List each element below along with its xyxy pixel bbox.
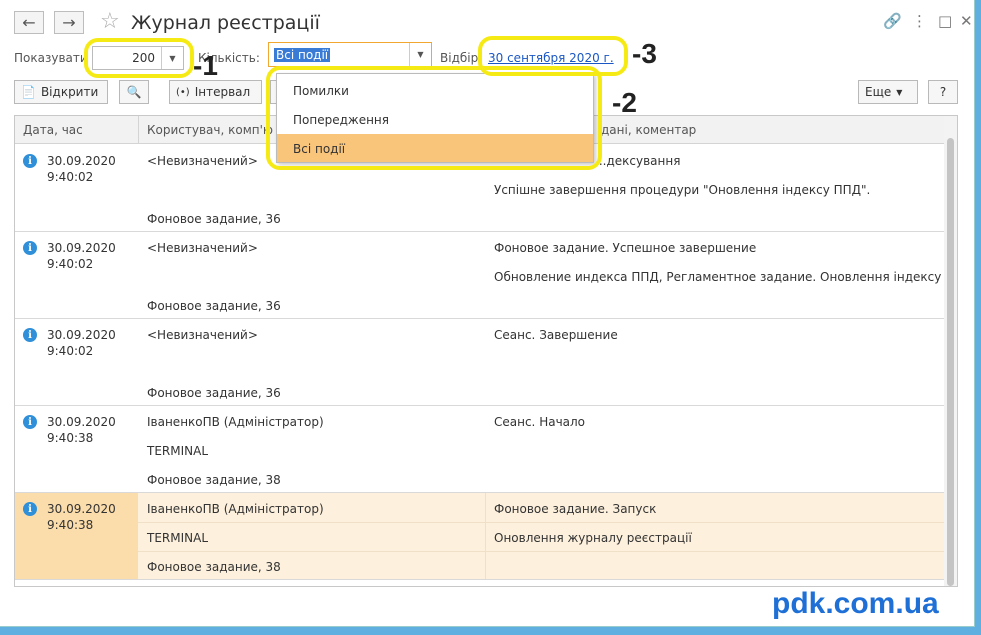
info-icon: i [23,154,37,168]
annotation-1: -1 [193,50,218,81]
row-comment: Успішне завершення процедури "Оновлення … [494,183,871,197]
row-app: Фоновое задание, 36 [147,299,281,313]
row-event: Фоновое задание. Успешное завершение [494,241,757,255]
row-event: ...дексування [595,154,681,168]
interval-button-label: Інтервал [194,85,251,99]
open-button-label: Відкрити [40,85,99,99]
table-scrollbar[interactable] [944,116,957,586]
row-date: 30.09.2020 [47,415,116,429]
table-row-selected[interactable]: i 30.09.2020 9:40:38 ІваненкоПВ (Адмініс… [15,493,945,580]
row-user: ІваненкоПВ (Адміністратор) [147,415,324,429]
highlight-dropdown [266,66,602,170]
chevron-down-icon[interactable]: ▼ [409,43,431,66]
row-time: 9:40:02 [47,257,94,271]
row-user: <Невизначений> [147,241,258,255]
maximize-icon[interactable]: □ [938,12,952,30]
column-header-date[interactable]: Дата, час [23,123,83,137]
favorite-star-icon[interactable]: ☆ [100,9,120,34]
row-user: ІваненкоПВ (Адміністратор) [147,502,324,516]
row-app: Фоновое задание, 38 [147,560,281,574]
more-menu-icon[interactable]: ⋮ [912,12,927,30]
find-button[interactable]: 🔍 [119,80,149,104]
search-icon: 🔍 [126,85,142,99]
info-icon: i [23,328,37,342]
scrollbar-thumb[interactable] [947,138,954,586]
watermark: pdk.com.ua [772,587,939,620]
window-title: Журнал реєстрації [131,12,320,34]
more-button-label: Еще [865,85,892,99]
highlight-count [84,38,194,78]
annotation-3: -3 [632,38,657,69]
show-label: Показувати [14,51,88,65]
row-computer: TERMINAL [147,531,209,545]
row-comment: Оновлення журналу реєстрації [494,531,692,545]
events-table[interactable]: Дата, час Користувач, комп'ю дані, комен… [14,115,958,587]
row-app: Фоновое задание, 36 [147,212,281,226]
row-event: Фоновое задание. Запуск [494,502,657,516]
events-select-value: Всі події [274,48,331,62]
row-app: Фоновое задание, 38 [147,473,281,487]
info-icon: i [23,415,37,429]
row-time: 9:40:38 [47,431,94,445]
row-event: Сеанс. Завершение [494,328,618,342]
column-header-data[interactable]: дані, коментар [601,123,696,137]
open-icon: 📄 [21,85,36,99]
help-button[interactable]: ? [928,80,958,104]
row-time: 9:40:38 [47,518,94,532]
row-date: 30.09.2020 [47,328,116,342]
row-comment: Обновление индекса ППД, Регламентное зад… [494,270,957,284]
highlight-date [478,36,628,76]
interval-button[interactable]: (•) Інтервал [169,80,262,104]
row-date: 30.09.2020 [47,241,116,255]
info-icon: i [23,241,37,255]
table-row[interactable]: i 30.09.2020 9:40:38 ІваненкоПВ (Адмініс… [15,406,945,493]
interval-icon: (•) [176,86,190,98]
row-computer: TERMINAL [147,444,209,458]
row-event: Сеанс. Начало [494,415,586,429]
events-select[interactable]: Всі події ▼ [268,42,432,67]
table-row[interactable]: i 30.09.2020 9:40:02 <Невизначений> Фоно… [15,232,957,319]
row-date: 30.09.2020 [47,502,116,516]
link-icon[interactable]: 🔗 [883,12,902,30]
row-user: <Невизначений> [147,154,258,168]
close-icon[interactable]: ✕ [960,12,973,30]
row-date: 30.09.2020 [47,154,116,168]
open-button[interactable]: 📄 Відкрити [14,80,108,104]
annotation-2: -2 [612,87,637,118]
row-time: 9:40:02 [47,170,94,184]
row-time: 9:40:02 [47,344,94,358]
back-arrow-icon[interactable]: ← [14,11,44,34]
more-button[interactable]: Еще ▼ [858,80,918,104]
row-app: Фоновое задание, 36 [147,386,281,400]
column-header-user[interactable]: Користувач, комп'ю [147,123,273,137]
table-row[interactable]: i 30.09.2020 9:40:02 <Невизначений> Фоно… [15,319,945,406]
bottom-bar [0,627,981,635]
chevron-down-icon: ▼ [896,87,903,97]
help-button-label: ? [939,85,947,99]
row-user: <Невизначений> [147,328,258,342]
forward-arrow-icon[interactable]: → [54,11,84,34]
info-icon: i [23,502,37,516]
selection-label: Відбір: [440,51,483,65]
